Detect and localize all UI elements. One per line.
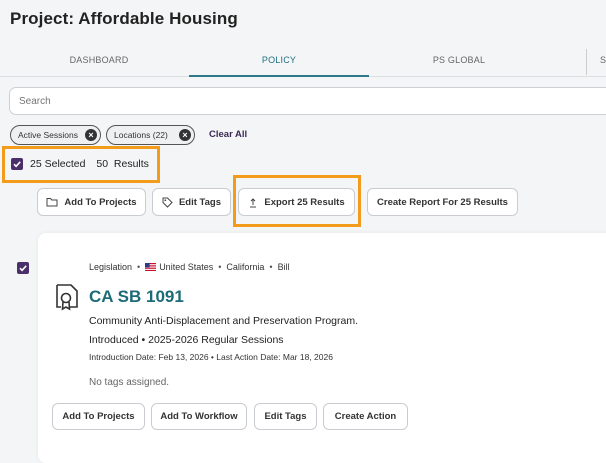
page-title: Project: Affordable Housing — [10, 9, 238, 28]
create-report-label: Create Report For 25 Results — [377, 196, 508, 208]
result-country: United States — [159, 262, 214, 272]
tag-icon — [162, 197, 173, 208]
search-input[interactable] — [9, 87, 606, 115]
filter-chip-label: Active Sessions — [18, 130, 78, 140]
tab-overflow[interactable]: S — [600, 55, 606, 65]
check-icon — [13, 161, 21, 168]
bill-dates: Introduction Date: Feb 13, 2026 • Last A… — [89, 352, 333, 362]
create-report-button[interactable]: Create Report For 25 Results — [367, 188, 518, 216]
tab-active-indicator — [189, 75, 369, 77]
add-to-projects-button[interactable]: Add To Projects — [37, 188, 146, 216]
tags-empty-text: No tags assigned. — [89, 377, 170, 388]
results-count: 50 Results — [96, 158, 149, 170]
edit-tags-button[interactable]: Edit Tags — [152, 188, 231, 216]
tab-divider — [586, 49, 587, 75]
result-meta: Legislation • United States • California • Bil… — [89, 262, 290, 272]
create-action-button[interactable]: Create Action — [323, 403, 408, 430]
check-icon — [19, 265, 27, 272]
legislation-certificate-icon — [56, 284, 78, 311]
filter-chip-active-sessions[interactable]: Active Sessions × — [10, 125, 101, 145]
select-all-checkbox[interactable] — [11, 158, 23, 170]
result-kind: Bill — [277, 262, 290, 272]
tab-dashboard[interactable]: DASHBOARD — [20, 55, 178, 65]
filter-chip-label: Locations (22) — [114, 130, 168, 140]
add-to-workflow-button[interactable]: Add To Workflow — [151, 403, 247, 430]
folder-icon — [46, 198, 58, 207]
us-flag-icon — [145, 263, 157, 271]
tab-ps-global[interactable]: PS GLOBAL — [380, 55, 538, 65]
close-icon[interactable]: × — [179, 129, 191, 141]
result-checkbox[interactable] — [17, 262, 29, 274]
edit-tags-label: Edit Tags — [178, 196, 222, 208]
card-add-to-projects-button[interactable]: Add To Projects — [52, 403, 145, 430]
result-state: California — [226, 262, 265, 272]
add-to-projects-label: Add To Projects — [64, 196, 137, 208]
bill-description: Community Anti-Displacement and Preserva… — [89, 315, 359, 327]
card-edit-tags-button[interactable]: Edit Tags — [254, 403, 317, 430]
clear-all-button[interactable]: Clear All — [209, 129, 247, 140]
selected-count: 25 Selected — [30, 158, 86, 170]
bill-status: Introduced • 2025-2026 Regular Sessions — [89, 334, 284, 346]
filter-chip-locations[interactable]: Locations (22) × — [106, 125, 195, 145]
close-icon[interactable]: × — [85, 129, 97, 141]
bill-title-link[interactable]: CA SB 1091 — [89, 287, 184, 307]
tab-policy[interactable]: POLICY — [189, 55, 369, 65]
export-results-button[interactable]: Export 25 Results — [238, 188, 355, 216]
selection-summary: 25 Selected 50 Results — [30, 158, 149, 170]
result-type: Legislation — [89, 262, 133, 272]
export-label: Export 25 Results — [264, 196, 345, 208]
export-icon — [250, 197, 257, 207]
